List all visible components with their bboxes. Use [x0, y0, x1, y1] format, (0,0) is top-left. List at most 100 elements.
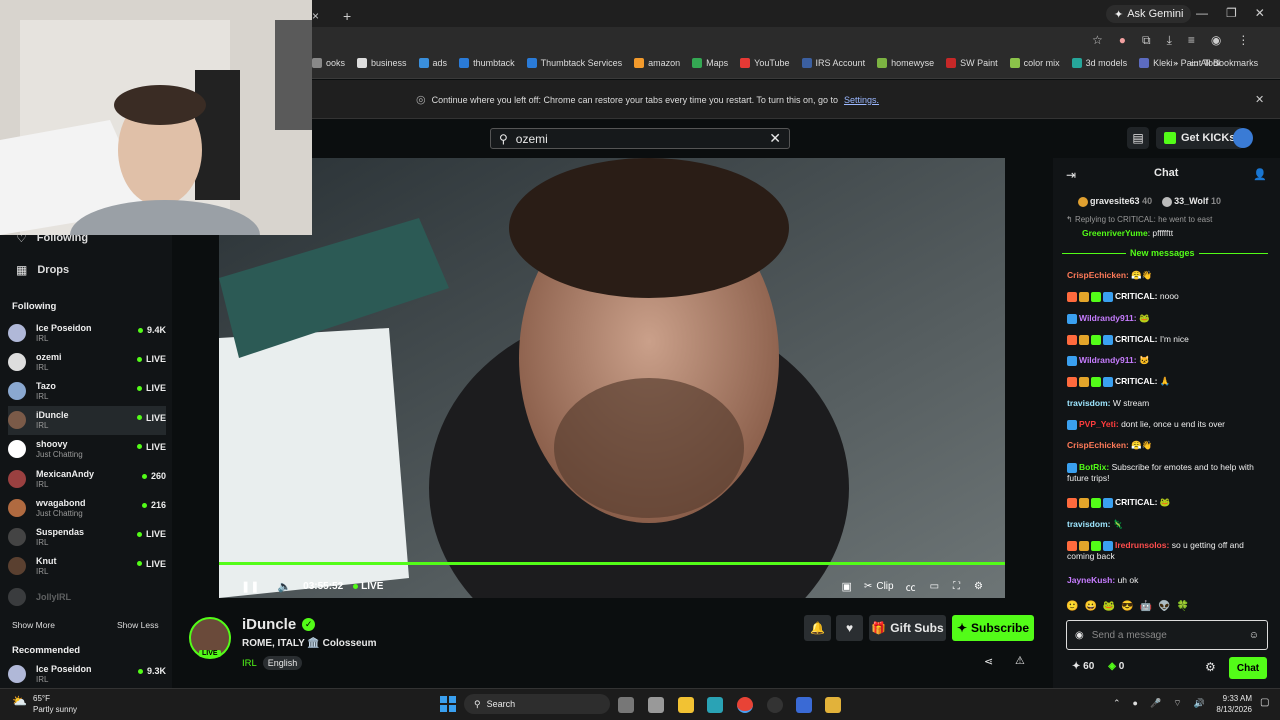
kicks-display[interactable]: ◈ 0 [1108, 661, 1124, 672]
bookmark-item[interactable]: IRS Account [801, 58, 865, 68]
task-view-icon[interactable] [618, 697, 634, 713]
sidebar-item-shoovy[interactable]: shoovy Just Chatting LIVE [8, 435, 166, 464]
all-bookmarks-link[interactable]: ▭ All Bookmarks [1190, 58, 1258, 69]
browser-tab[interactable]: × + [312, 5, 351, 27]
language-tag[interactable]: English [262, 656, 303, 670]
bookmark-item[interactable]: ads [418, 58, 447, 68]
emote-icon[interactable]: 🙂 [1066, 601, 1078, 612]
wifi-icon[interactable]: ⌔ [1173, 698, 1181, 709]
clear-search-icon[interactable]: ✕ [769, 130, 781, 147]
share-icon[interactable]: ⋖ [984, 655, 993, 668]
bookmark-item[interactable]: Thumbtack Services [526, 58, 622, 68]
bookmark-item[interactable]: homewyse [877, 58, 934, 68]
user-avatar[interactable] [1233, 128, 1253, 148]
emoji-icon[interactable]: ☺ [1249, 630, 1259, 641]
chat-username[interactable]: BotRix: [1079, 462, 1109, 472]
gift-subs-button[interactable]: 🎁 Gift Subs [869, 615, 946, 641]
extension-icon[interactable]: ● [1119, 33, 1126, 48]
points-display[interactable]: ✦ 60 [1072, 661, 1094, 672]
sidebar-item-wvagabond[interactable]: wvagabond Just Chatting 216 [8, 493, 166, 522]
clip-button[interactable]: ✂ Clip [864, 581, 894, 592]
file-explorer-icon[interactable] [678, 697, 694, 713]
faded-channel[interactable]: JollyIRL [8, 588, 71, 606]
infobar-close-icon[interactable]: ✕ [1255, 93, 1264, 106]
emote-icon[interactable]: 🤖 [1140, 601, 1152, 612]
bookmark-item[interactable]: thumbtack [459, 58, 515, 68]
fullscreen-icon[interactable]: ⛶ [953, 581, 960, 592]
taskbar-search[interactable]: ⚲ Search [464, 694, 610, 714]
settings-link[interactable]: Settings. [844, 95, 879, 105]
playback-progress[interactable] [219, 562, 1005, 565]
chat-username[interactable]: Wildrandy911: [1079, 313, 1137, 323]
report-icon[interactable]: ⚠ [1015, 654, 1025, 667]
emote-icon[interactable]: 👽 [1158, 601, 1170, 612]
menu-icon[interactable]: ⋮ [1237, 33, 1249, 48]
chat-username[interactable]: CrispEchicken: [1067, 440, 1129, 450]
profile-icon[interactable]: ◉ [1211, 33, 1221, 48]
follow-heart-button[interactable]: ♥ [836, 615, 863, 641]
notification-bell-button[interactable]: 🔔 [804, 615, 831, 641]
search-field[interactable]: ⚲ ozemi ✕ [490, 128, 790, 149]
tray-overflow-icon[interactable]: ⌃ [1113, 698, 1121, 709]
notepad-icon[interactable] [648, 697, 664, 713]
pause-icon[interactable]: ❚❚ [241, 580, 259, 593]
theater-mode-icon[interactable]: ▭ [930, 581, 939, 592]
bookmark-item[interactable]: amazon [634, 58, 680, 68]
chat-username[interactable]: CRITICAL: [1115, 497, 1158, 507]
chat-username[interactable]: travisdom: [1067, 519, 1110, 529]
chat-username[interactable]: travisdom: [1067, 398, 1110, 408]
bookmark-item[interactable]: color mix [1009, 58, 1060, 68]
show-more-button[interactable]: Show More [12, 620, 55, 630]
emote-icon[interactable]: 😎 [1121, 601, 1133, 612]
emote-icon[interactable]: 🍀 [1177, 601, 1189, 612]
chat-username[interactable]: JayneKush: [1067, 575, 1115, 585]
emote-icon[interactable]: 😀 [1084, 601, 1096, 612]
minimize-icon[interactable]: — [1196, 6, 1208, 20]
sidebar-item-tazo[interactable]: Tazo IRL LIVE [8, 376, 166, 405]
chrome-taskbar-icon[interactable] [737, 697, 753, 713]
bookmark-star-icon[interactable]: ☆ [1092, 33, 1103, 48]
bookmark-item[interactable]: 3d models [1071, 58, 1127, 68]
leaderboard-entry[interactable]: 33_Wolf 10 [1162, 196, 1221, 207]
chat-username[interactable]: GreenriverYume [1082, 228, 1148, 238]
bookmark-item[interactable]: business [357, 58, 407, 68]
collapse-chat-icon[interactable]: ⇥ [1066, 168, 1076, 182]
chat-username[interactable]: Wildrandy911: [1079, 355, 1137, 365]
start-icon[interactable] [440, 696, 456, 712]
sidebar-item-ice poseidon[interactable]: Ice Poseidon IRL 9.4K [8, 318, 166, 347]
bookmarks-overflow-icon[interactable]: » [1173, 58, 1178, 69]
weather-widget[interactable]: 65°F Partly sunny [33, 693, 77, 715]
puzzle-icon[interactable]: ⧉ [1142, 33, 1151, 48]
clock[interactable]: 9:33 AM 8/13/2026 [1212, 693, 1252, 715]
captions-icon[interactable]: ㏄ [906, 579, 916, 594]
chat-send-button[interactable]: Chat [1229, 657, 1267, 679]
notification-icon[interactable]: ▢ [1260, 697, 1269, 708]
bookmark-item[interactable]: SW Paint [946, 58, 998, 68]
bookmark-item[interactable]: ooks [312, 58, 345, 68]
layout-icon[interactable]: ▤ [1127, 127, 1149, 149]
sidebar-item-ozemi[interactable]: ozemi IRL LIVE [8, 347, 166, 376]
leaderboard-entry[interactable]: gravesite63 40 [1078, 196, 1152, 207]
app-icon[interactable] [767, 697, 783, 713]
maximize-icon[interactable]: ❐ [1226, 6, 1237, 20]
chat-username[interactable]: CRITICAL: [1115, 376, 1158, 386]
category-link[interactable]: IRL [242, 658, 257, 669]
edge-icon[interactable] [707, 697, 723, 713]
mic-icon[interactable]: 🎤 [1150, 698, 1161, 709]
speaker-icon[interactable]: 🔊 [1194, 698, 1205, 709]
chat-input-box[interactable]: ◉ Send a message ☺ [1066, 620, 1268, 650]
get-kicks-button[interactable]: Get KICKs [1156, 127, 1244, 149]
chat-username[interactable]: PVP_Yeti: [1079, 419, 1119, 429]
new-tab-button[interactable]: + [343, 8, 351, 24]
chat-badge-icon[interactable]: ◉ [1075, 630, 1084, 641]
tab-close-icon[interactable]: × [312, 9, 319, 23]
settings-gear-icon[interactable]: ⚙ [974, 581, 983, 592]
bookmark-item[interactable]: Maps [692, 58, 728, 68]
download-icon[interactable]: ⤓ [1167, 33, 1172, 48]
recommended-item[interactable]: Ice Poseidon IRL 9.3K [8, 659, 166, 688]
media-icon[interactable]: ≡ [1188, 33, 1195, 48]
sidebar-item-knut[interactable]: Knut IRL LIVE [8, 552, 166, 581]
app-icon[interactable] [825, 697, 841, 713]
chat-username[interactable]: Iredrunsolos: [1115, 540, 1169, 550]
streamer-name[interactable]: iDuncle [242, 616, 296, 633]
